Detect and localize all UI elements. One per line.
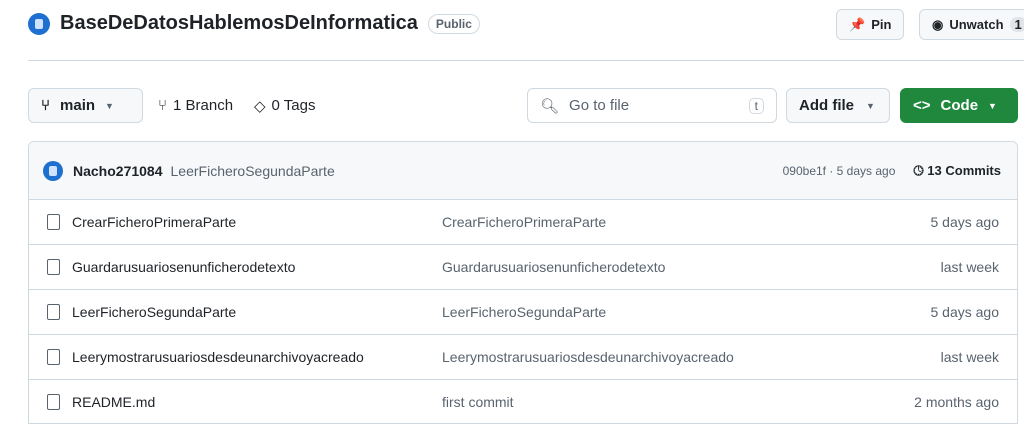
file-name[interactable]: Guardarusuariosenunficherodetexto <box>72 259 295 275</box>
file-age: 2 months ago <box>914 394 999 410</box>
pin-icon: 📌 <box>849 16 866 32</box>
branch-icon: ⑂ <box>41 97 51 114</box>
commit-message[interactable]: LeerFicheroSegundaParte <box>171 163 783 179</box>
file-icon <box>47 349 60 365</box>
repo-avatar[interactable] <box>28 12 50 35</box>
file-name[interactable]: Leerymostrarusuariosdesdeunarchivoyacrea… <box>72 349 364 365</box>
file-commit-message[interactable]: CrearFicheroPrimeraParte <box>442 214 931 230</box>
commit-author[interactable]: Nacho271084 <box>73 163 163 179</box>
branch-select[interactable]: ⑂ main ▼ <box>28 88 143 123</box>
file-icon <box>47 259 60 275</box>
branch-icon: ⑂ <box>158 97 168 114</box>
repo-header: BaseDeDatosHablemosDeInformatica Public <box>28 12 480 35</box>
file-age: 5 days ago <box>930 304 1000 320</box>
code-button[interactable]: <> Code ▼ <box>900 88 1018 123</box>
file-name[interactable]: LeerFicheroSegundaParte <box>72 304 236 320</box>
unwatch-button[interactable]: ◉ Unwatch 1 <box>919 9 1024 40</box>
chevron-down-icon: ▼ <box>988 100 997 111</box>
file-commit-message[interactable]: Leerymostrarusuariosdesdeunarchivoyacrea… <box>442 349 941 365</box>
file-row: Leerymostrarusuariosdesdeunarchivoyacrea… <box>29 335 1017 380</box>
search-icon: 🔍︎ <box>540 97 560 115</box>
latest-commit-bar: Nacho271084 LeerFicheroSegundaParte 090b… <box>29 142 1017 200</box>
eye-icon: ◉ <box>932 16 944 32</box>
history-icon: 🕓︎ <box>913 162 928 178</box>
file-table: Nacho271084 LeerFicheroSegundaParte 090b… <box>28 141 1018 424</box>
file-row: Guardarusuariosenunficherodetexto Guarda… <box>29 245 1017 290</box>
chevron-down-icon: ▼ <box>866 100 875 111</box>
branches-link[interactable]: ⑂ 1 Branch <box>158 97 233 114</box>
file-icon <box>47 304 60 320</box>
divider <box>28 60 1024 61</box>
file-name[interactable]: README.md <box>72 394 155 410</box>
file-row: LeerFicheroSegundaParte LeerFicheroSegun… <box>29 290 1017 335</box>
file-icon <box>47 394 60 410</box>
file-commit-message[interactable]: Guardarusuariosenunficherodetexto <box>442 259 941 275</box>
repo-name[interactable]: BaseDeDatosHablemosDeInformatica <box>60 12 418 35</box>
file-name[interactable]: CrearFicheroPrimeraParte <box>72 214 236 230</box>
commits-link[interactable]: 🕓︎ 13 Commits <box>913 163 1001 179</box>
tags-link[interactable]: ◇ 0 Tags <box>254 97 315 115</box>
author-avatar[interactable] <box>43 160 63 181</box>
file-age: 5 days ago <box>930 214 1000 230</box>
pin-button[interactable]: 📌 Pin <box>836 9 905 40</box>
file-age: last week <box>940 259 999 275</box>
file-age: last week <box>940 349 999 365</box>
chevron-down-icon: ▼ <box>105 100 114 111</box>
go-to-file-input[interactable]: 🔍︎ Go to file t <box>527 88 777 123</box>
tag-icon: ◇ <box>254 98 266 115</box>
file-commit-message[interactable]: first commit <box>442 394 914 410</box>
file-icon <box>47 214 60 230</box>
commit-meta[interactable]: 090be1f · 5 days ago <box>783 164 896 178</box>
code-icon: <> <box>913 97 931 114</box>
visibility-badge: Public <box>427 13 480 34</box>
file-commit-message[interactable]: LeerFicheroSegundaParte <box>442 304 931 320</box>
add-file-button[interactable]: Add file ▼ <box>786 88 890 123</box>
file-row: CrearFicheroPrimeraParte CrearFicheroPri… <box>29 200 1017 245</box>
shortcut-hint: t <box>748 97 764 114</box>
file-row: README.md first commit 2 months ago <box>29 380 1017 423</box>
